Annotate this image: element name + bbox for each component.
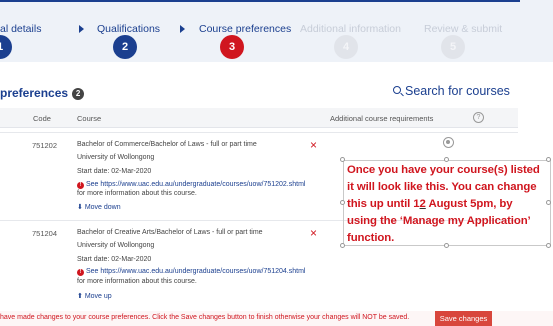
search-icon — [393, 86, 401, 94]
course-info-link-text[interactable]: See https://www.uac.edu.au/undergraduate… — [86, 181, 305, 188]
help-icon[interactable]: ? — [473, 112, 484, 123]
start-date: Start date: 02-Mar-2020 — [77, 168, 152, 175]
remove-course-icon[interactable]: × — [310, 227, 317, 239]
step-3-circle-current[interactable]: 3 — [220, 35, 244, 59]
step-2-circle[interactable]: 2 — [113, 35, 137, 59]
resize-handle[interactable] — [340, 200, 345, 205]
course-code: 751202 — [32, 141, 58, 150]
course-count-badge: 2 — [72, 88, 85, 100]
institution-name: University of Wollongong — [77, 242, 155, 249]
section-title-text: preferences — [0, 86, 69, 100]
table-header: Code Course Additional course requiremen… — [0, 108, 518, 128]
remove-course-icon[interactable]: × — [310, 139, 317, 151]
search-courses-label: Search for courses — [405, 84, 510, 98]
step-5-circle: 5 — [441, 35, 465, 59]
callout-text[interactable]: Once you have your course(s) listed it w… — [347, 162, 551, 247]
alert-icon: ! — [77, 269, 84, 276]
callout-line-3-start: this up until 1 — [347, 198, 420, 210]
course-info-link[interactable]: ! See https://www.uac.edu.au/undergraduat… — [77, 181, 305, 189]
move-down-button[interactable]: ⬇ Move down — [77, 203, 121, 211]
course-code: 751204 — [32, 229, 58, 238]
row-divider — [0, 132, 518, 133]
column-header-course: Course — [77, 114, 102, 123]
course-info-link-text[interactable]: See https://www.uac.edu.au/undergraduate… — [86, 268, 305, 275]
resize-handle[interactable] — [340, 243, 345, 248]
step-personal-details-label[interactable]: al details — [0, 23, 41, 35]
move-down-label: Move down — [84, 204, 121, 211]
section-title: preferences 2 — [0, 86, 85, 100]
arrow-down-icon: ⬇ — [77, 204, 83, 211]
callout-line-3-end: August 5pm, by — [425, 198, 513, 210]
column-header-code: Code — [33, 114, 51, 123]
start-date: Start date: 02-Mar-2020 — [77, 256, 152, 263]
annotation-callout: Once you have your course(s) listed it w… — [340, 157, 551, 248]
save-changes-button[interactable]: Save changes — [435, 311, 492, 326]
callout-line-3: this up until 12 August 5pm, by — [347, 196, 551, 213]
chevron-right-icon — [79, 25, 84, 33]
step-qualifications-label[interactable]: Qualifications — [97, 23, 160, 35]
course-info-suffix: for more information about this course. — [77, 278, 197, 285]
callout-line-2: it will look like this. You can change — [347, 181, 537, 193]
resize-handle[interactable] — [340, 157, 345, 162]
move-up-button[interactable]: ⬆ Move up — [77, 292, 112, 300]
alert-icon: ! — [77, 182, 84, 189]
search-courses-link[interactable]: Search for courses — [393, 84, 510, 98]
move-up-label: Move up — [84, 293, 112, 300]
step-4-circle: 4 — [334, 35, 358, 59]
course-info-suffix: for more information about this course. — [77, 190, 197, 197]
arrow-up-icon: ⬆ — [77, 293, 83, 300]
toggle-dial-icon — [443, 137, 454, 148]
step-additional-information-label: Additional information — [300, 23, 401, 35]
step-1-circle[interactable]: 1 — [0, 35, 12, 59]
step-course-preferences-label[interactable]: Course preferences — [199, 23, 291, 35]
step-review-submit-label: Review & submit — [424, 23, 503, 35]
institution-name: University of Wollongong — [77, 154, 155, 161]
course-name: Bachelor of Creative Arts/Bachelor of La… — [77, 229, 263, 236]
callout-line-5: function. — [347, 232, 395, 244]
callout-line-4: using the ‘Manage my Application’ — [347, 215, 531, 227]
callout-line-1: Once you have your course(s) listed — [347, 164, 540, 176]
stepper-top-rule — [0, 0, 520, 2]
course-name: Bachelor of Commerce/Bachelor of Laws - … — [77, 141, 257, 148]
column-header-additional-requirements: Additional course requirements — [330, 114, 434, 123]
unsaved-changes-message: have made changes to your course prefere… — [0, 314, 410, 321]
course-info-link[interactable]: ! See https://www.uac.edu.au/undergraduat… — [77, 268, 305, 276]
progress-stepper: al details 1 Qualifications 2 Course pre… — [0, 0, 553, 62]
chevron-right-icon — [180, 25, 185, 33]
unsaved-changes-bar: have made changes to your course prefere… — [0, 311, 553, 326]
